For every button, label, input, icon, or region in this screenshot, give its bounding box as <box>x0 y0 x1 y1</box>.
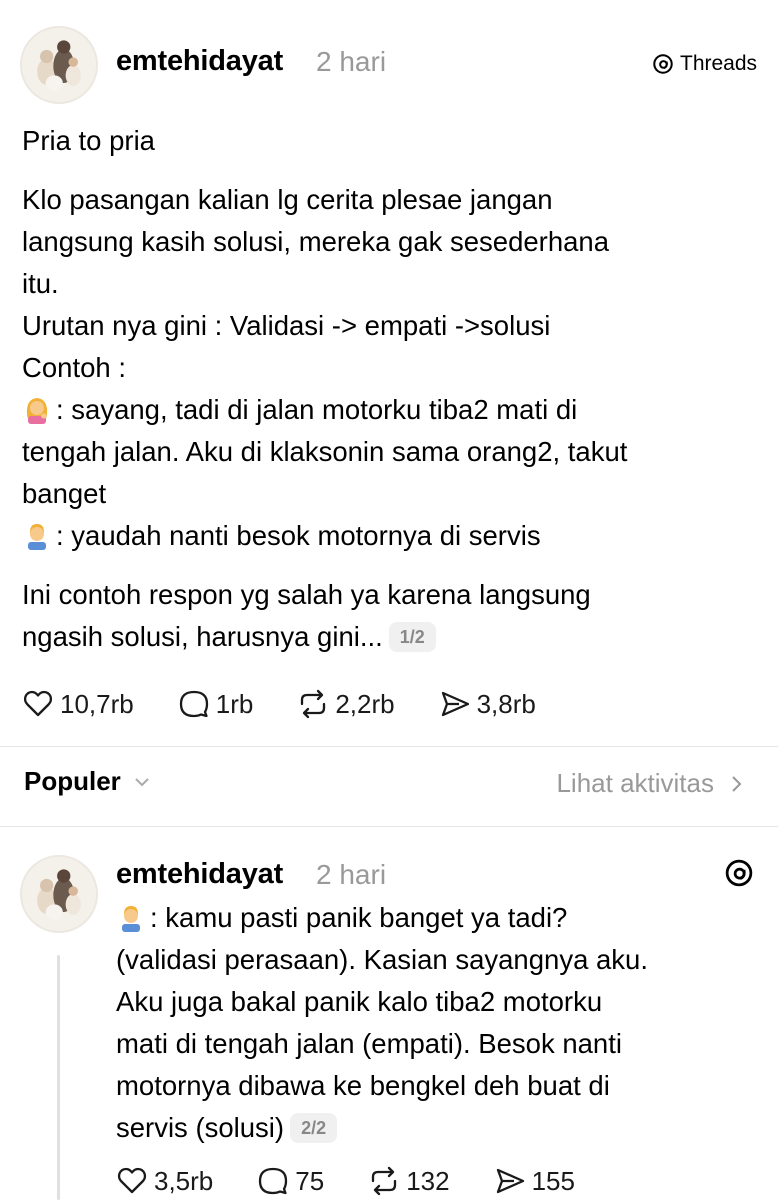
paper-plane-icon <box>496 1168 524 1194</box>
share-button[interactable]: 155 <box>494 1165 575 1197</box>
share-count: 155 <box>531 1165 575 1196</box>
reply-body: : kamu pasti panik banget ya tadi? (vali… <box>116 897 648 1149</box>
chevron-down-icon <box>135 777 149 786</box>
repost-icon <box>372 1166 397 1196</box>
reply-time: 2 hari <box>316 859 387 890</box>
threads-logo-icon <box>653 54 673 74</box>
thread-connector-line <box>57 955 60 1200</box>
post-line: Urutan nya gini : Validasi -> empati ->s… <box>22 310 551 341</box>
repost-count: 132 <box>406 1165 450 1196</box>
comment-bubble-icon <box>179 690 208 718</box>
chevron-right-icon <box>732 775 742 792</box>
post-line: Ini contoh respon yg salah ya karena lan… <box>22 579 591 610</box>
reply-count: 1rb <box>215 688 254 719</box>
threads-logo-icon[interactable] <box>724 858 754 888</box>
post-line: Pria to pria <box>22 125 155 156</box>
avatar[interactable] <box>20 855 98 933</box>
man-emoji <box>28 524 46 550</box>
reply-actions: 3,5rb 75 132 155 <box>116 1165 619 1197</box>
reply-username[interactable]: emtehidayat <box>116 858 283 891</box>
reply-line: (validasi perasaan). Kasian sayangnya ak… <box>116 944 648 975</box>
divider <box>0 746 778 747</box>
post-line: tengah jalan. Aku di klaksonin sama oran… <box>22 436 628 467</box>
threads-label: Threads <box>680 52 758 75</box>
reply-count: 75 <box>295 1165 325 1196</box>
like-button[interactable]: 3,5rb <box>116 1165 213 1197</box>
post-line: Klo pasangan kalian lg cerita plesae jan… <box>22 184 553 215</box>
divider <box>0 826 778 827</box>
post-line: : yaudah nanti besok motornya di servis <box>22 515 627 557</box>
avatar-photo <box>22 28 96 102</box>
post-body: Pria to pria Klo pasangan kalian lg ceri… <box>22 120 627 658</box>
reply-line: motornya dibawa ke bengkel deh buat di <box>116 1070 610 1101</box>
share-button[interactable]: 3,8rb <box>439 688 536 720</box>
heart-icon <box>117 1167 147 1194</box>
reply-line: mati di tengah jalan (empati). Besok nan… <box>116 1028 622 1059</box>
comment-bubble-icon <box>259 1167 288 1195</box>
like-count: 10,7rb <box>60 688 134 719</box>
heart-icon <box>23 690 53 717</box>
post-line: itu. <box>22 268 59 299</box>
paper-plane-icon <box>441 691 469 717</box>
repost-button[interactable]: 132 <box>368 1165 450 1197</box>
post-line: langsung kasih solusi, mereka gak sesede… <box>22 226 610 257</box>
post-line: banget <box>22 478 107 509</box>
reply-line: servis (solusi) 2/2 <box>116 1107 648 1149</box>
post-line: : sayang, tadi di jalan motorku tiba2 ma… <box>22 389 627 431</box>
reply-line: : kamu pasti panik banget ya tadi? <box>116 897 648 939</box>
reply-button[interactable]: 1rb <box>178 688 254 720</box>
repost-button[interactable]: 2,2rb <box>297 688 395 720</box>
page-counter-badge: 2/2 <box>290 1113 338 1143</box>
like-count: 3,5rb <box>154 1165 214 1196</box>
avatar-photo <box>22 857 96 931</box>
post-actions: 10,7rb 1rb 2,2rb 3,8rb <box>22 688 580 720</box>
repost-icon <box>301 689 326 719</box>
activity-label: Lihat aktivitas <box>556 768 714 798</box>
view-activity-link[interactable]: Lihat aktivitas <box>556 768 746 799</box>
sort-dropdown[interactable]: Populer <box>24 766 153 797</box>
post-line: Contoh : <box>22 352 126 383</box>
reply-button[interactable]: 75 <box>257 1165 324 1197</box>
like-button[interactable]: 10,7rb <box>22 688 134 720</box>
threads-badge[interactable]: Threads <box>652 52 757 76</box>
repost-count: 2,2rb <box>335 688 395 719</box>
page-counter-badge: 1/2 <box>388 622 436 652</box>
woman-tipping-hand-emoji <box>26 398 48 424</box>
avatar[interactable] <box>20 26 98 104</box>
share-count: 3,8rb <box>476 688 536 719</box>
post-line: ngasih solusi, harusnya gini... 1/2 <box>22 616 627 658</box>
sort-label: Populer <box>24 766 121 796</box>
post-username[interactable]: emtehidayat <box>116 45 283 78</box>
post-time: 2 hari <box>316 46 387 77</box>
man-emoji <box>122 906 140 932</box>
reply-line: Aku juga bakal panik kalo tiba2 motorku <box>116 986 603 1017</box>
